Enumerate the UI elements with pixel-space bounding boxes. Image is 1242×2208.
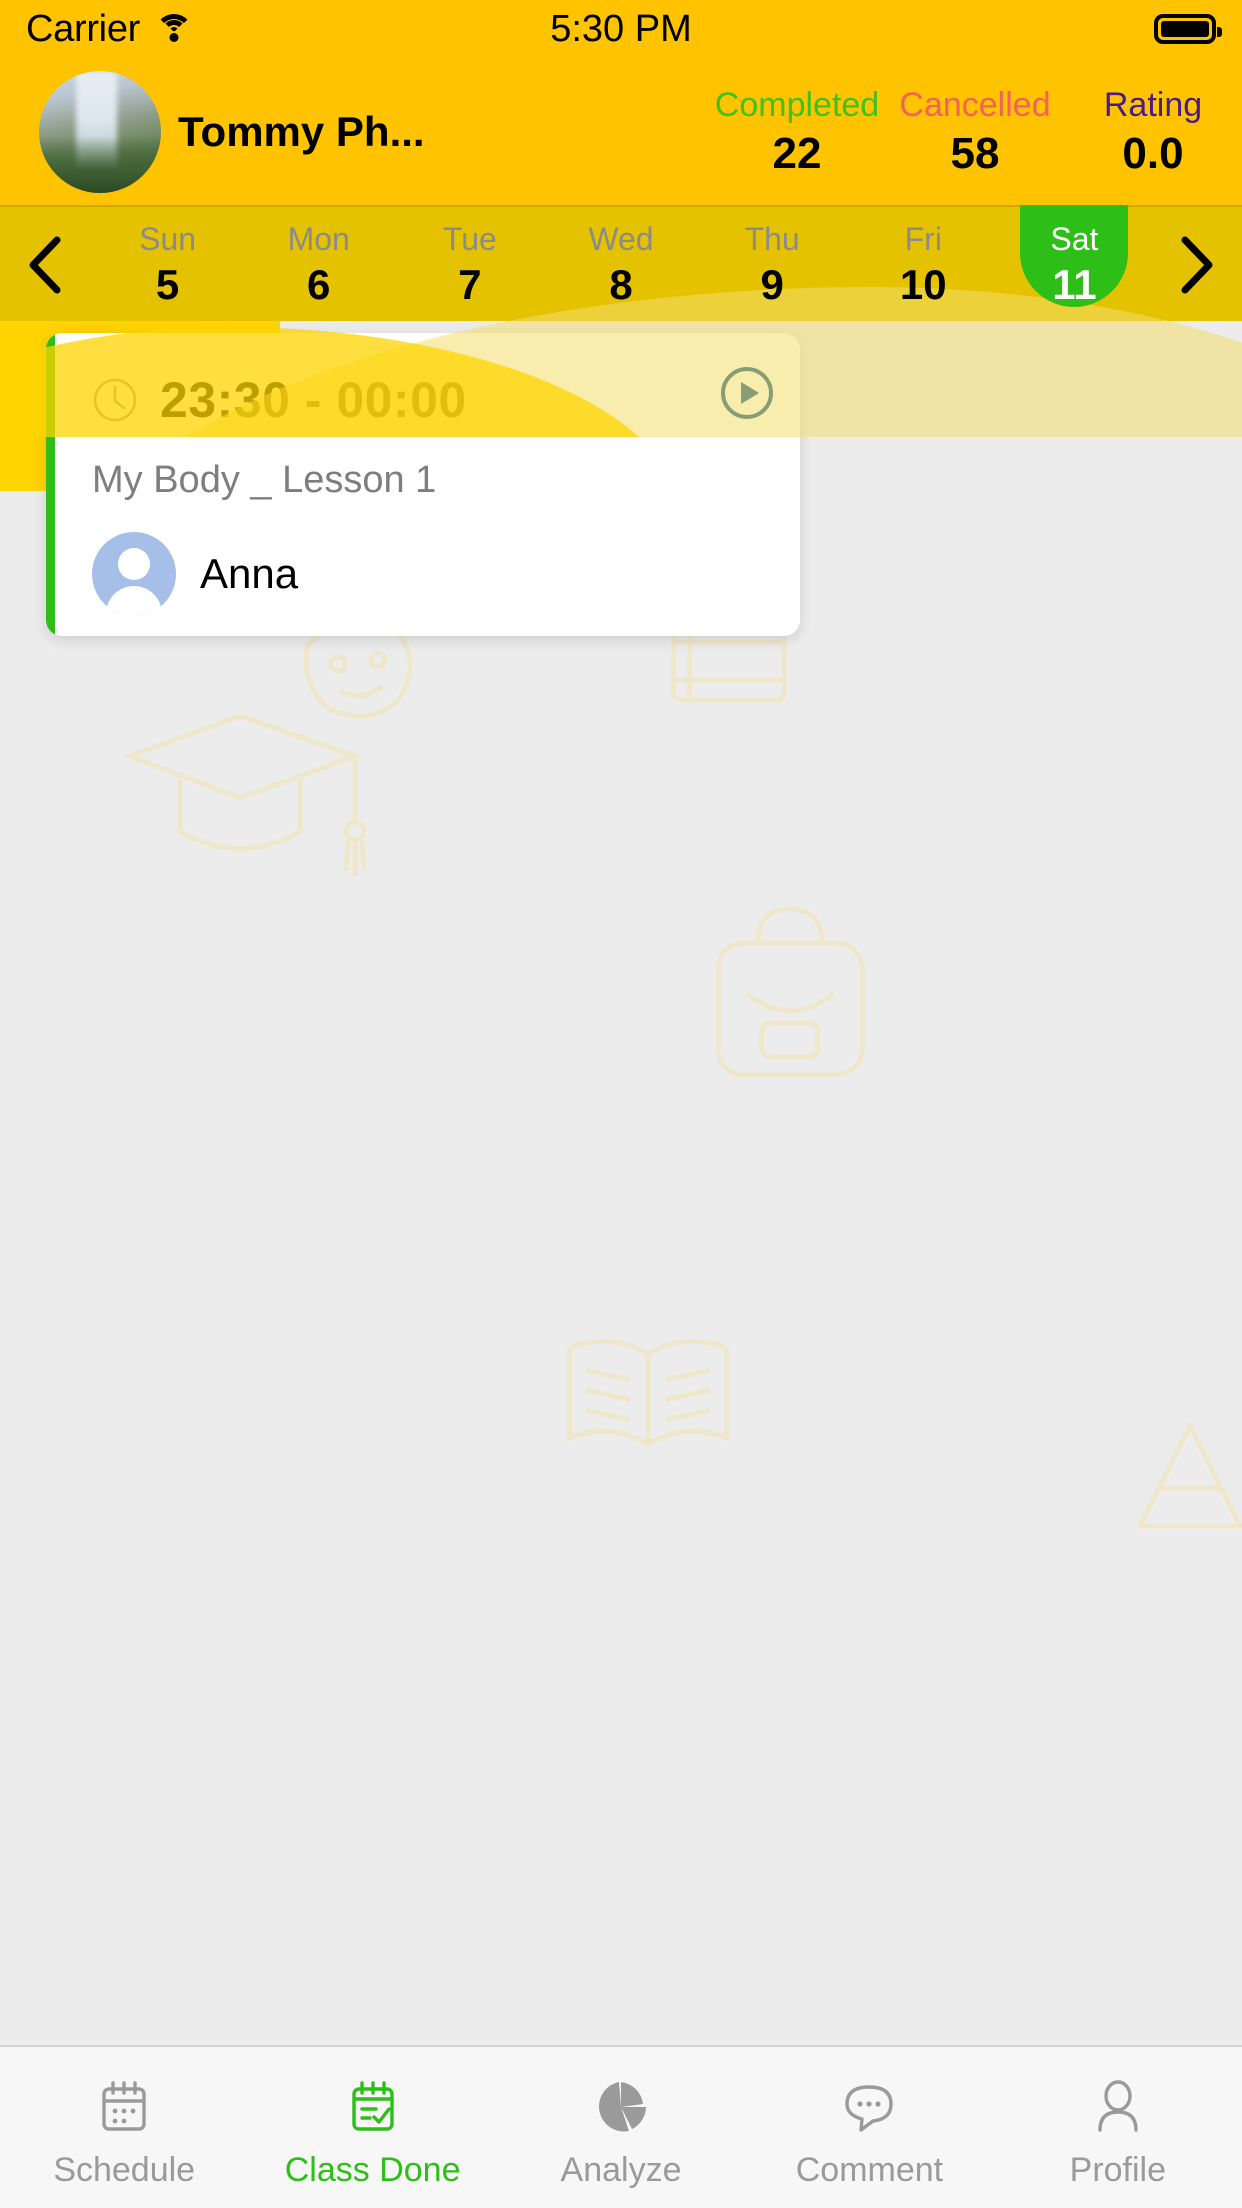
calendar-day-fri[interactable]: Fri 10 (848, 207, 999, 323)
calendar-day-name: Sat (1050, 221, 1099, 257)
calendar-day-number: 8 (609, 261, 633, 308)
header-stat-label: Completed (714, 85, 880, 124)
tab-analyze[interactable]: Analyze (497, 2047, 745, 2208)
lesson-title: My Body _ Lesson 1 (92, 459, 437, 501)
battery-full-icon (1154, 14, 1222, 44)
calendar-day-number: 9 (760, 261, 784, 308)
calendar-prev-week-button[interactable] (0, 207, 92, 323)
header-stat-value: 58 (950, 128, 1000, 178)
speech-bubble-icon (837, 2075, 901, 2139)
header-stat-label: Rating (1103, 85, 1203, 124)
calendar-day-wed[interactable]: Wed 8 (545, 207, 696, 323)
person-avatar-icon (92, 532, 176, 616)
calendar-day-name: Wed (588, 221, 654, 257)
header-stat-label: Cancelled (899, 85, 1051, 124)
calendar-day-number: 11 (1052, 261, 1097, 308)
header-stat-completed: Completed 22 (708, 83, 886, 181)
tab-label: Analyze (560, 2151, 682, 2189)
header-stats: Completed 22 Cancelled 58 Rating 0.0 (708, 83, 1242, 181)
header-stat-cancelled: Cancelled 58 (886, 83, 1064, 181)
graduation-cap-doodle (120, 701, 370, 901)
calendar-day-name: Thu (744, 221, 800, 257)
header-stat-value: 0.0 (1122, 128, 1184, 178)
calendar-day-tue[interactable]: Tue 7 (394, 207, 545, 323)
calendar-day-number: 5 (155, 261, 180, 308)
calendar-icon (92, 2075, 156, 2139)
pie-chart-icon (589, 2075, 653, 2139)
bottom-tab-bar: Schedule Class Done Analyze Comment Profile (0, 2045, 1242, 2208)
calendar-day-name: Fri (904, 221, 942, 257)
user-name: Tommy Ph... (178, 107, 425, 155)
header-stat-value: 22 (772, 128, 822, 178)
calendar-day-number: 10 (899, 261, 947, 308)
tab-label: Profile (1069, 2151, 1167, 2189)
calendar-day-sun[interactable]: Sun 5 (92, 207, 243, 323)
backpack-doodle (700, 901, 880, 1091)
calendar-day-number: 6 (307, 261, 331, 308)
header-stat-rating: Rating 0.0 (1064, 83, 1242, 181)
pencil-doodle (1130, 1416, 1242, 1536)
user-photo-avatar[interactable] (0, 70, 200, 193)
tab-class-done[interactable]: Class Done (248, 2047, 496, 2208)
tab-schedule[interactable]: Schedule (0, 2047, 248, 2208)
checklist-icon (341, 2075, 405, 2139)
tab-profile[interactable]: Profile (994, 2047, 1242, 2208)
calendar-day-number: 7 (458, 261, 482, 308)
main-content: 23:30 - 00:00 My Body _ Lesson 1 Anna (0, 321, 1242, 2045)
tab-comment[interactable]: Comment (745, 2047, 993, 2208)
calendar-day-thu[interactable]: Thu 9 (697, 207, 848, 323)
calendar-next-week-button[interactable] (1150, 207, 1242, 323)
tab-label: Class Done (284, 2151, 461, 2189)
calendar-strip: Sun 5 Mon 6 Tue 7 Wed 8 Thu 9 Fri 10 Sat 11 (0, 153, 1242, 437)
calendar-day-name: Sun (139, 221, 197, 257)
status-bar: Carrier 5:30 PM (0, 0, 1242, 58)
lesson-teacher-name: Anna (200, 550, 299, 597)
status-bar-time: 5:30 PM (550, 7, 692, 50)
tab-label: Schedule (53, 2151, 196, 2189)
calendar-days: Sun 5 Mon 6 Tue 7 Wed 8 Thu 9 Fri 10 Sat 11 (92, 153, 1150, 323)
open-book-doodle (560, 1326, 735, 1461)
calendar-day-name: Tue (442, 221, 497, 257)
calendar-day-mon[interactable]: Mon 6 (243, 207, 394, 323)
person-icon (1086, 2075, 1150, 2139)
app-root: 23:30 - 00:00 My Body _ Lesson 1 Anna (0, 0, 1242, 2208)
calendar-day-name: Mon (287, 221, 350, 257)
lesson-teacher-row: Anna (92, 532, 760, 616)
tab-label: Comment (795, 2151, 944, 2189)
calendar-day-sat[interactable]: Sat 11 (999, 153, 1150, 323)
